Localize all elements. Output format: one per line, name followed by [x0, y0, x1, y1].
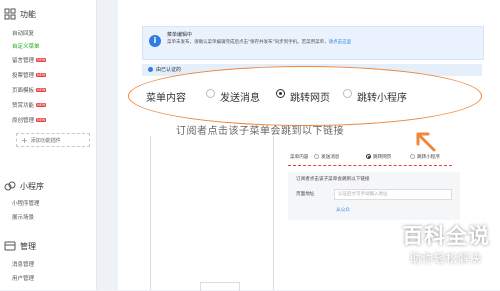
notice-link[interactable]: 请点击这里: [329, 40, 352, 45]
sidebar-item-label: 消息管理: [12, 262, 35, 268]
sidebar-item-label: 小程序管理: [12, 201, 40, 207]
sidebar-item-users[interactable]: 用户管理: [12, 274, 34, 282]
new-badge: NEW: [36, 88, 47, 92]
notice-body: 菜单未发布，请确认菜单编辑完成后点击"保存并发布"同步到手机。若菜用菜单，请点击…: [167, 39, 351, 45]
menu-editing-notice: i 菜单编辑中 菜单未发布，请确认菜单编辑完成后点击"保存并发布"同步到手机。若…: [142, 26, 484, 60]
panel-menu-content-label: 菜单内容: [290, 155, 309, 160]
sidebar-item-label: 用户管理: [12, 276, 35, 282]
watermark-title: 百科全说: [402, 224, 490, 248]
sidebar-item-label: 留言管理: [12, 58, 35, 64]
sidebar-item-custom-menu[interactable]: 自定义菜单: [12, 42, 40, 50]
new-badge: NEW: [36, 118, 47, 122]
zoom-option-jump-webpage[interactable]: 跳转网页: [290, 89, 330, 104]
manage-section-header: 管理: [4, 240, 36, 252]
zoom-radio-send-message[interactable]: [206, 89, 215, 98]
watermark-subtitle: 助你轻松解决: [410, 252, 482, 265]
orange-arrow-icon: [416, 132, 436, 152]
red-dashed-divider: [288, 165, 452, 166]
info-icon: i: [149, 35, 161, 47]
zoom-radio-jump-miniprogram[interactable]: [343, 89, 352, 98]
zoom-option-jump-miniprogram[interactable]: 跳转小程序: [357, 89, 407, 104]
miniprogram-section-header: 小程序: [4, 180, 44, 192]
sidebar-item-label: 原创管理: [12, 118, 35, 124]
watermark: 百科全说 助你轻松解决: [402, 220, 490, 266]
new-badge: NEW: [36, 103, 47, 107]
manage-icon: [4, 241, 16, 251]
dot-icon: [148, 67, 153, 72]
miniprogram-title: 小程序: [20, 181, 44, 191]
sidebar-item-label: 展示场景: [12, 215, 35, 221]
features-section-header: 功能: [4, 8, 36, 20]
panel-option-send-message[interactable]: 发送消息: [321, 154, 339, 160]
sidebar-item-label: 投票管理: [12, 73, 35, 79]
sidebar-item-display-scenes[interactable]: 展示场景: [12, 213, 34, 221]
from-official-link[interactable]: 从公众: [336, 207, 350, 213]
zoom-radio-jump-webpage[interactable]: [276, 89, 285, 98]
sidebar-item-original[interactable]: 原创管理 NEW: [12, 116, 47, 124]
add-plugin-button[interactable]: + 添加功能插件: [16, 133, 90, 147]
zoom-menu-content-label: 菜单内容: [146, 93, 186, 104]
url-input[interactable]: 认证后才可手动输入地址: [334, 189, 452, 200]
add-plugin-label: 添加功能插件: [30, 137, 61, 144]
zoom-link-text: 订阅者点击该子菜单会跳到以下链接: [176, 126, 344, 137]
features-icon: [4, 8, 16, 20]
sidebar-item-label: 页面模板: [12, 88, 35, 94]
url-label: 页面地址: [296, 192, 315, 197]
sidebar-item-page-templates[interactable]: 页面模板 NEW: [12, 86, 47, 94]
sidebar-item-reward[interactable]: 赞赏功能 NEW: [12, 101, 47, 109]
notice-title: 菜单编辑中: [167, 32, 193, 38]
new-badge: NEW: [36, 73, 47, 77]
sidebar-item-votes[interactable]: 投票管理 NEW: [12, 71, 47, 79]
plus-icon: +: [21, 135, 28, 145]
notice-text: 菜单未发布，请确认菜单编辑完成后点击"保存并发布"同步到手机。若菜用菜单，: [167, 40, 329, 45]
miniprogram-icon: [4, 181, 16, 191]
phone-preview-frame: [150, 136, 274, 290]
panel-option-jump-miniprogram[interactable]: 跳转小程序: [417, 154, 440, 160]
sidebar-item-label: 赞赏功能: [12, 103, 35, 109]
panel-desc: 订阅者点击该子菜单会跳到以下链接: [296, 177, 370, 182]
sidebar-item-label: 自定义菜单: [12, 44, 40, 50]
sidebar-item-comments[interactable]: 留言管理 NEW: [12, 56, 47, 64]
panel-radio-jump-webpage[interactable]: [366, 154, 371, 159]
new-badge: NEW: [36, 58, 47, 62]
zoom-option-send-message[interactable]: 发送消息: [220, 89, 260, 104]
sidebar: 功能 自动回复 自定义菜单 留言管理 NEW 投票管理 NEW 页面模板 NEW 赞赏…: [0, 0, 97, 290]
sidebar-item-messages[interactable]: 消息管理: [12, 260, 34, 268]
sidebar-item-auto-reply[interactable]: 自动回复: [12, 29, 34, 37]
sidebar-item-label: 自动回复: [12, 31, 35, 37]
manage-title: 管理: [20, 241, 36, 251]
sidebar-item-miniprogram-manage[interactable]: 小程序管理: [12, 199, 40, 207]
features-title: 功能: [20, 9, 36, 19]
panel-radio-send-message[interactable]: [314, 154, 319, 159]
panel-radio-jump-miniprogram[interactable]: [410, 154, 415, 159]
section-bar-text: 由已认证的: [156, 67, 182, 73]
panel-option-jump-webpage[interactable]: 跳转网页: [373, 154, 391, 160]
